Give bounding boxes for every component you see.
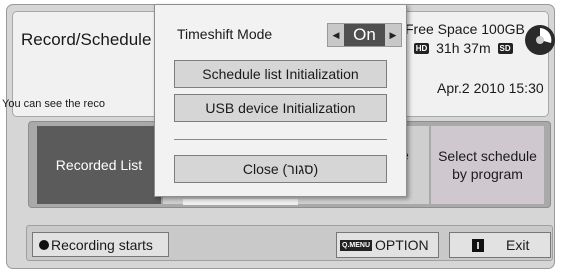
sd-badge: SD (497, 43, 513, 54)
hd-badge: HD (413, 43, 430, 54)
qmenu-key-icon: Q.MENU (340, 239, 372, 251)
usb-device-init-button[interactable]: USB device Initialization (174, 94, 387, 122)
exit-key-icon (472, 238, 484, 252)
popup-divider (174, 139, 387, 140)
hint-text: You can see the reco (2, 98, 105, 110)
recording-starts-label: Recording starts (51, 236, 153, 253)
timeshift-mode-label: Timeshift Mode (177, 26, 273, 42)
schedule-list-init-button[interactable]: Schedule list Initialization (174, 60, 387, 88)
option-label: OPTION (375, 237, 429, 253)
recorded-list-card[interactable]: Recorded List (37, 126, 161, 204)
timeshift-mode-value: On (344, 24, 385, 46)
exit-label: Exit (506, 237, 530, 253)
recording-starts-button[interactable]: Recording starts (32, 232, 169, 257)
card-highlight-strip (183, 199, 298, 205)
arrow-left-icon[interactable]: ◀ (328, 24, 344, 46)
date-time: Apr.2 2010 15:30 (437, 80, 544, 96)
arrow-right-icon[interactable]: ▶ (385, 24, 401, 46)
page-title: Record/Schedule (21, 30, 152, 49)
sd-time: 31h 37m (436, 40, 491, 56)
timeshift-mode-toggle[interactable]: ◀ On ▶ (327, 23, 402, 47)
record-dot-icon (39, 239, 49, 250)
exit-button[interactable]: Exit (449, 232, 551, 258)
options-popup: Timeshift Mode ◀ On ▶ Schedule list Init… (154, 4, 407, 197)
disk-usage-icon (525, 25, 555, 55)
close-button[interactable]: Close (סגור) (174, 155, 387, 183)
select-schedule-card[interactable]: Select schedule by program (431, 126, 544, 204)
free-space-label: Free Space 100GB (405, 21, 525, 37)
remaining-time: h HD 31h 37m SD (399, 40, 516, 56)
option-button[interactable]: Q.MENU OPTION (336, 232, 439, 258)
